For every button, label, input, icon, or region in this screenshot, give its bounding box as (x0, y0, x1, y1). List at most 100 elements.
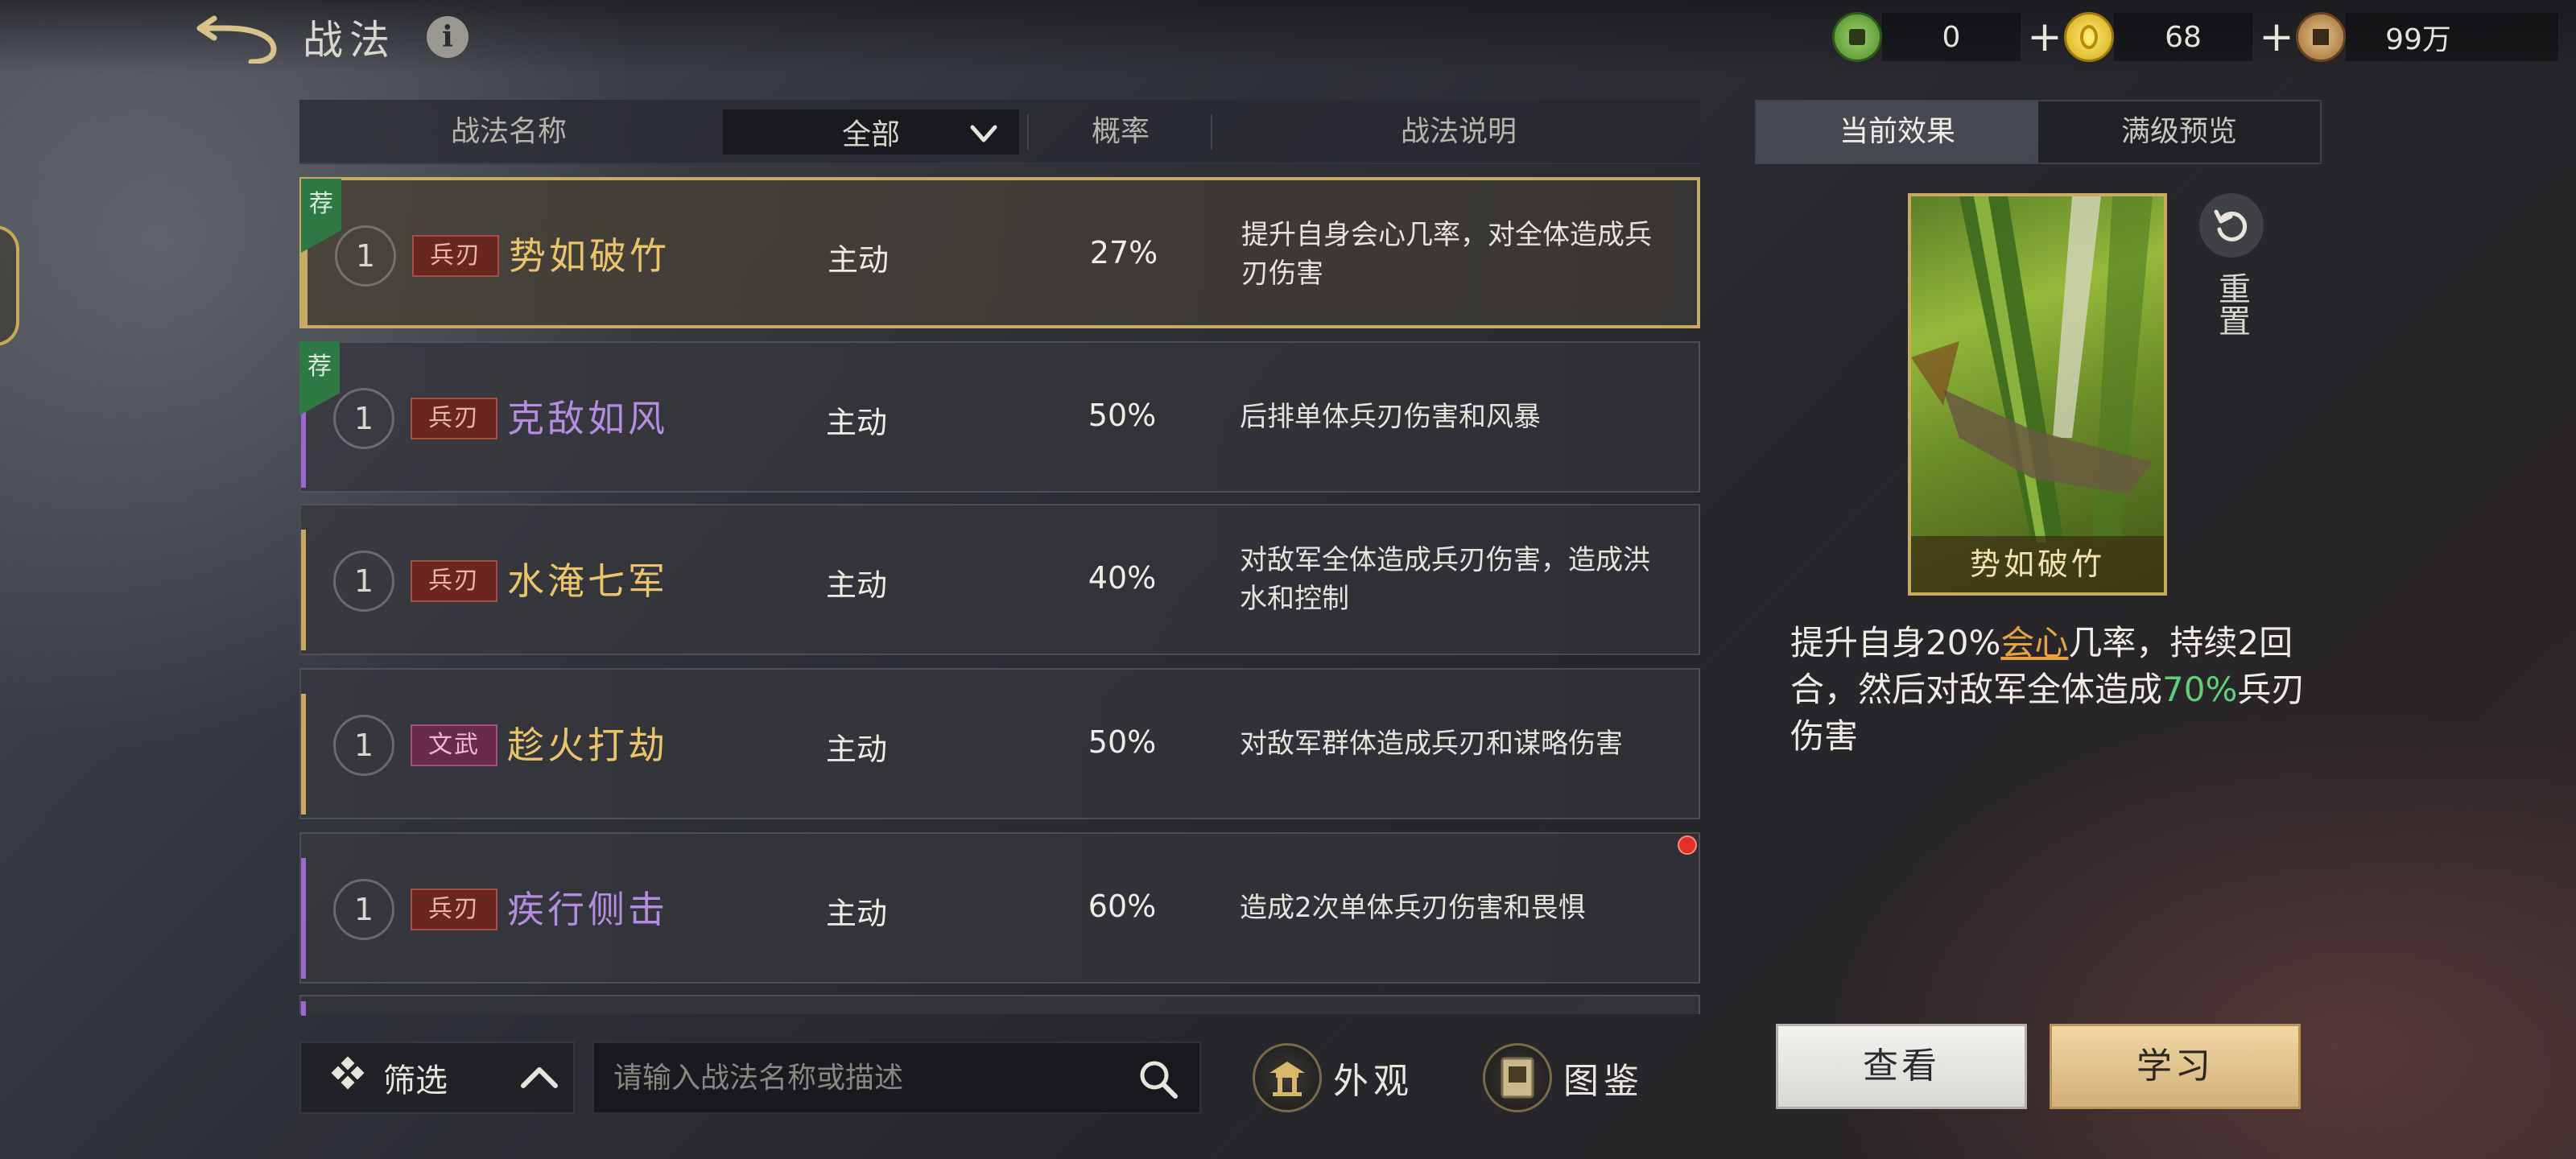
side-tab-handle[interactable] (0, 225, 19, 346)
skill-card: 势如破竹 (1908, 193, 2167, 596)
skill-description-cell: 提升自身会心几率，对全体造成兵刃伤害 (1241, 180, 1676, 328)
skill-kind: 主动 (825, 896, 887, 931)
skill-card-name: 势如破竹 (1911, 536, 2164, 592)
codex-book-icon (1483, 1043, 1552, 1112)
info-icon[interactable]: i (427, 16, 469, 58)
skill-description: 后排单体兵刃伤害和风暴 (1240, 401, 1541, 433)
skill-name: 势如破竹 (509, 234, 670, 278)
rarity-bar (301, 694, 306, 815)
skill-kind: 主动 (827, 242, 889, 278)
filter-button[interactable]: 筛选 (299, 1041, 575, 1114)
skill-row[interactable]: 1 兵刃 疾行侧击 主动 60% 造成2次单体兵刃伤害和畏惧 (299, 832, 1700, 984)
learn-button[interactable]: 学习 (2050, 1024, 2301, 1109)
skill-name: 趁火打劫 (507, 724, 668, 767)
skill-description: 对敌军群体造成兵刃和谋略伤害 (1240, 728, 1623, 760)
pavilion-icon (1253, 1043, 1322, 1112)
skill-rate: 27% (1089, 235, 1158, 270)
skill-kind: 主动 (825, 732, 887, 767)
appearance-button[interactable]: 外观 (1253, 1038, 1414, 1117)
damage-type-tag: 兵刃 (411, 889, 497, 930)
back-button[interactable] (193, 11, 282, 68)
add-gold-button[interactable]: + (2252, 14, 2301, 60)
currency-copper: 99万 (2296, 12, 2558, 62)
skill-rate: 50% (1088, 724, 1157, 760)
reset-label: 重置 (2213, 272, 2250, 336)
reset-icon (2199, 193, 2264, 258)
copper-value: 99万 (2385, 23, 2451, 56)
skill-description: 造成2次单体兵刃伤害和畏惧 (1240, 892, 1586, 924)
skill-level: 1 (335, 225, 396, 287)
appearance-label: 外观 (1333, 1061, 1414, 1102)
skill-rate: 40% (1088, 560, 1157, 596)
tab-max-level-preview[interactable]: 满级预览 (2038, 101, 2320, 163)
skill-row[interactable]: 1 兵刃 水淹七军 主动 40% 对敌军全体造成兵刃伤害，造成洪水和控制 (299, 504, 1700, 655)
currency-jade: 0 + (1832, 12, 2069, 62)
page-title: 战法 (303, 17, 396, 64)
back-arrow-icon (196, 15, 277, 64)
effect-percent: 70% (2162, 670, 2238, 709)
header-description: 战法说明 (1400, 115, 1517, 148)
view-button[interactable]: 查看 (1776, 1024, 2027, 1109)
damage-type-tag: 兵刃 (411, 560, 497, 602)
chevron-up-icon (521, 1067, 558, 1088)
effect-text-1: 提升自身20% (1790, 623, 2001, 662)
skill-art-bamboo-blade (1911, 196, 2153, 542)
recommended-badge: 荐 (301, 179, 341, 253)
codex-label: 图鉴 (1563, 1061, 1644, 1102)
codex-button[interactable]: 图鉴 (1483, 1038, 1644, 1117)
skill-description-cell: 对敌军全体造成兵刃伤害，造成洪水和控制 (1240, 505, 1674, 654)
skill-name: 水淹七军 (507, 559, 668, 603)
skill-kind: 主动 (825, 567, 887, 603)
skill-description-cell: 对敌军群体造成兵刃和谋略伤害 (1240, 670, 1674, 818)
currency-gold: 68 + (2064, 12, 2301, 62)
gold-coin-icon (2064, 12, 2114, 62)
new-notification-dot (1678, 835, 1697, 855)
skill-description: 对敌军全体造成兵刃伤害，造成洪水和控制 (1240, 544, 1650, 615)
skill-rate: 60% (1088, 889, 1157, 924)
skill-level: 1 (333, 388, 394, 449)
damage-type-tag: 兵刃 (412, 235, 499, 277)
damage-type-tag: 文武 (411, 724, 497, 766)
category-dropdown-value: 全部 (841, 118, 900, 151)
add-jade-button[interactable]: + (2021, 14, 2069, 60)
header-rate: 概率 (1091, 115, 1150, 148)
detail-tabs: 当前效果 满级预览 (1755, 100, 2322, 164)
keyword-crit[interactable]: 会心 (2000, 623, 2068, 662)
rarity-bar (301, 530, 306, 650)
skill-description-cell: 后排单体兵刃伤害和风暴 (1240, 343, 1674, 491)
jade-coin-icon (1832, 12, 1882, 62)
skill-description: 提升自身会心几率，对全体造成兵刃伤害 (1241, 219, 1652, 290)
header-divider (1027, 114, 1029, 150)
skill-level: 1 (333, 879, 394, 940)
header-divider (1211, 114, 1212, 150)
copper-coin-icon (2296, 12, 2346, 62)
skill-name: 克敌如风 (507, 397, 668, 440)
skill-row[interactable]: 荐 1 兵刃 克敌如风 主动 50% 后排单体兵刃伤害和风暴 (299, 341, 1700, 493)
skill-row[interactable]: 荐 1 兵刃 势如破竹 主动 27% 提升自身会心几率，对全体造成兵刃伤害 (299, 177, 1700, 328)
search-box (592, 1041, 1201, 1114)
effect-description: 提升自身20%会心几率，持续2回合，然后对敌军全体造成70%兵刃伤害 (1790, 620, 2306, 760)
skill-rate: 50% (1088, 398, 1157, 433)
filter-diamond-icon (331, 1056, 365, 1090)
list-header: 战法名称 全部 概率 战法说明 (299, 100, 1700, 164)
chevron-down-icon (970, 125, 997, 142)
reset-button[interactable]: 重置 (2196, 193, 2267, 354)
gold-value: 68 (2165, 20, 2202, 54)
search-icon[interactable] (1137, 1058, 1180, 1101)
skill-name: 疾行侧击 (507, 888, 668, 931)
search-input[interactable] (613, 1043, 1129, 1112)
skill-description-cell: 造成2次单体兵刃伤害和畏惧 (1240, 834, 1674, 982)
header-skill-name: 战法名称 (450, 115, 567, 148)
skill-row[interactable]: 1 文武 趁火打劫 主动 50% 对敌军群体造成兵刃和谋略伤害 (299, 668, 1700, 819)
jade-value: 0 (1942, 20, 1961, 54)
rarity-bar (301, 858, 306, 979)
skill-level: 1 (333, 715, 394, 776)
recommended-badge: 荐 (299, 341, 340, 415)
list-row-partial (299, 995, 1700, 1016)
skill-kind: 主动 (825, 405, 887, 440)
skill-level: 1 (333, 551, 394, 612)
tab-current-effect[interactable]: 当前效果 (1757, 101, 2038, 163)
category-dropdown[interactable]: 全部 (721, 108, 1021, 156)
damage-type-tag: 兵刃 (411, 398, 497, 439)
filter-label: 筛选 (383, 1062, 448, 1099)
